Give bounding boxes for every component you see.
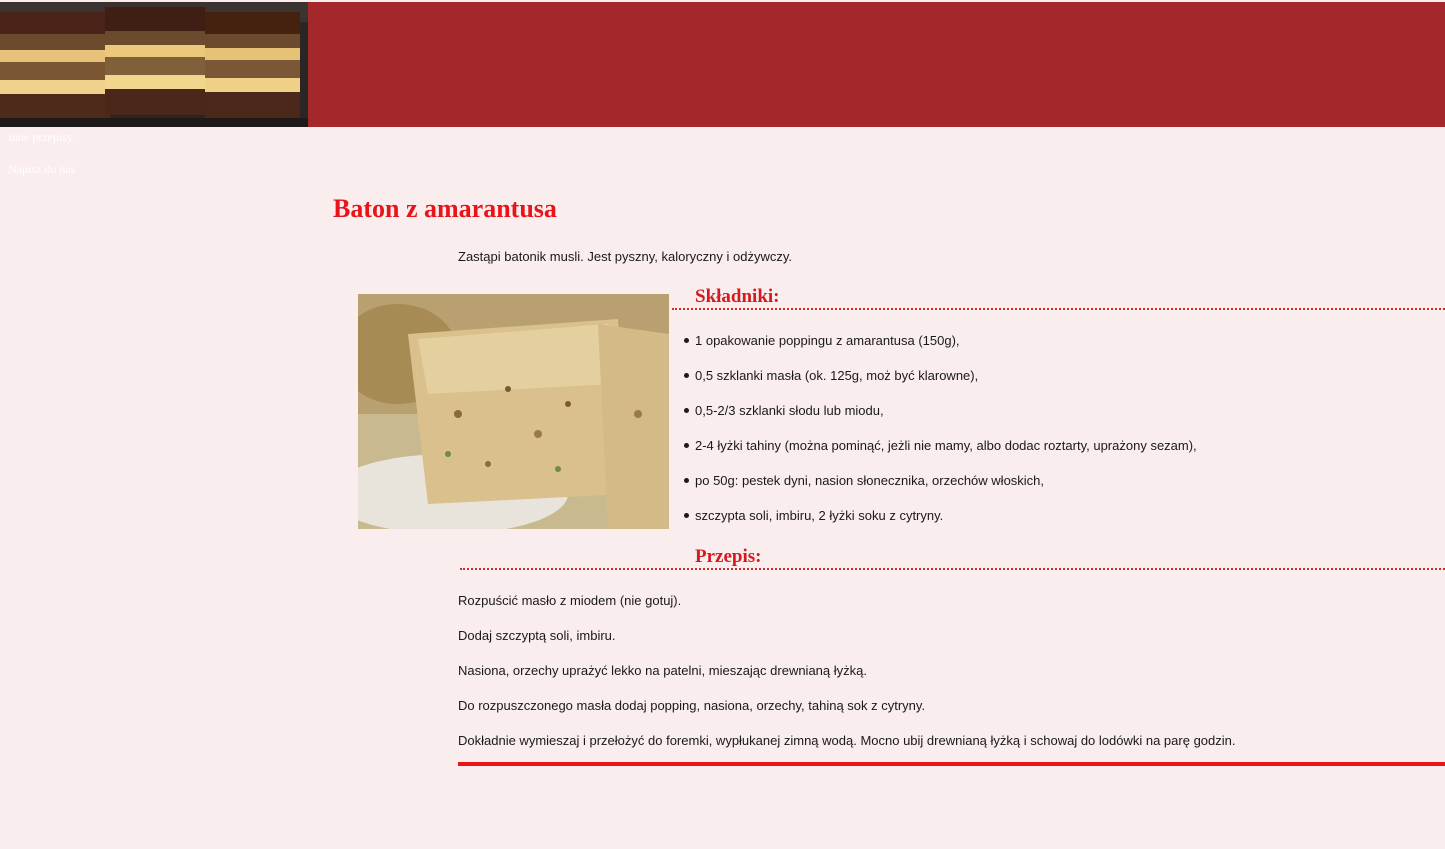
- amaranth-bar-image: [358, 294, 669, 529]
- list-item: 0,5-2/3 szklanki słodu lub miodu,: [682, 402, 1197, 437]
- recipe-steps-divider: [460, 568, 1445, 570]
- list-item: 1 opakowanie poppingu z amarantusa (150g…: [682, 332, 1197, 367]
- footer-divider: [458, 762, 1445, 766]
- recipe-steps: Rozpuścić masło z miodem (nie gotuj). Do…: [458, 592, 1236, 767]
- list-item: 0,5 szklanki masła (ok. 125g, moż być kl…: [682, 367, 1197, 402]
- ingredients-list: 1 opakowanie poppingu z amarantusa (150g…: [682, 332, 1197, 542]
- list-item: 2-4 łyżki tahiny (można pominąć, jeżli n…: [682, 437, 1197, 472]
- recipe-step: Dodaj szczyptą soli, imbiru.: [458, 628, 616, 643]
- recipe-steps-heading: Przepis:: [695, 546, 762, 567]
- list-item: po 50g: pestek dyni, nasion słonecznika,…: [682, 472, 1197, 507]
- recipe-intro: Zastąpi batonik musli. Jest pyszny, kalo…: [458, 249, 793, 264]
- recipe-step: Nasiona, orzechy uprażyć lekko na pateln…: [458, 663, 867, 678]
- nav-link-contact[interactable]: Napisz do nas: [8, 162, 75, 177]
- recipe-title: Baton z amarantusa: [333, 194, 557, 223]
- ingredients-divider: [672, 308, 1445, 310]
- header-cake-image: [0, 2, 308, 127]
- ingredients-heading: Składniki:: [695, 286, 780, 307]
- list-item: szczypta soli, imbiru, 2 łyżki soku z cy…: [682, 507, 1197, 542]
- recipe-step: Do rozpuszczonego masła dodaj popping, n…: [458, 698, 926, 713]
- nav-link-other-recipes[interactable]: Inne przepisy: [8, 130, 73, 145]
- recipe-step: Rozpuścić masło z miodem (nie gotuj).: [458, 593, 682, 608]
